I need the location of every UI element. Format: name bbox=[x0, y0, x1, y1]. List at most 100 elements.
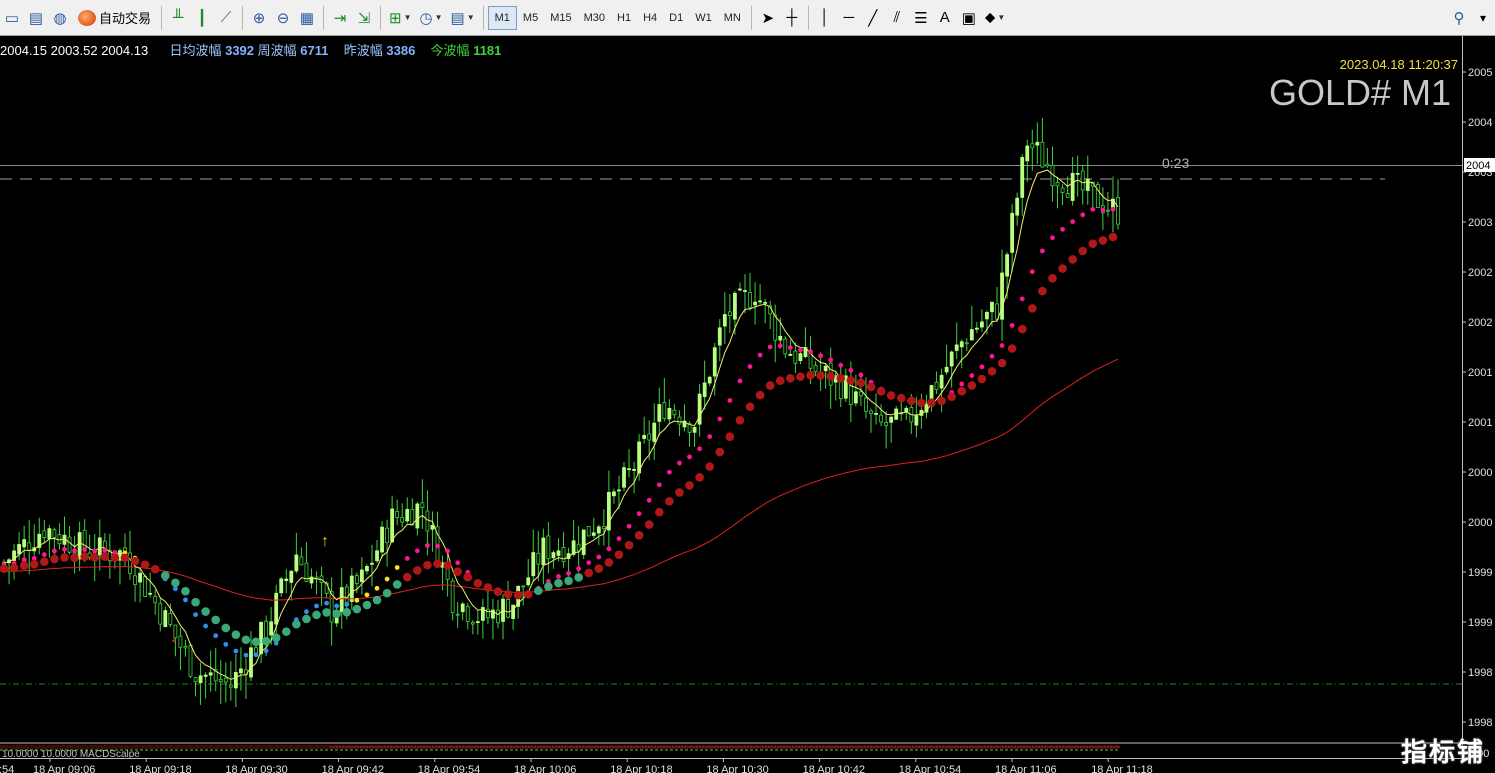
signal-dot-large bbox=[594, 564, 604, 573]
arrows-icon[interactable]: ⬥ ▼ bbox=[981, 5, 1009, 31]
zoom-in-icon[interactable]: ⊕ bbox=[247, 5, 271, 31]
new-chart-icon[interactable]: ▭ bbox=[0, 5, 24, 31]
chart-shift-icon[interactable]: ⇥ bbox=[328, 5, 352, 31]
price-tick-label: 2002 bbox=[1468, 267, 1492, 279]
timeframe-mn[interactable]: MN bbox=[718, 7, 747, 29]
signal-dot-large bbox=[302, 614, 311, 624]
signal-dot-small bbox=[31, 555, 37, 561]
signal-dot-large bbox=[433, 559, 442, 568]
signal-dot-large bbox=[775, 376, 785, 386]
signal-dot-large bbox=[1038, 286, 1047, 296]
candle-body bbox=[939, 374, 944, 389]
auto-trading-button[interactable]: 自动交易 bbox=[72, 8, 157, 27]
candle-body bbox=[551, 552, 556, 559]
candle-body bbox=[1005, 254, 1010, 277]
signal-dot-small bbox=[92, 548, 98, 554]
trendline-icon[interactable]: ╱ bbox=[861, 5, 885, 31]
signal-dot-small bbox=[193, 612, 198, 618]
signal-dot-small bbox=[435, 543, 440, 549]
candle-body bbox=[717, 327, 722, 346]
signal-dot-large bbox=[19, 561, 29, 570]
candle-body bbox=[657, 404, 662, 422]
candle-body bbox=[77, 532, 82, 560]
signal-dot-small bbox=[747, 364, 753, 369]
crosshair-icon[interactable]: ┼ bbox=[780, 5, 804, 31]
signal-dot-large bbox=[1108, 232, 1118, 242]
candle-body bbox=[894, 408, 899, 420]
vertical-line-icon[interactable]: │ bbox=[813, 5, 837, 31]
time-tick-label: 18 Apr 09:30 bbox=[225, 764, 287, 773]
candle-body bbox=[400, 516, 405, 523]
autoscroll-icon[interactable]: ⇲ bbox=[352, 5, 376, 31]
buy-arrow-icon: ↑ bbox=[321, 533, 329, 550]
timeframe-d1[interactable]: D1 bbox=[663, 7, 689, 29]
bar-chart-icon[interactable]: ╨ bbox=[166, 5, 190, 31]
signal-dot-small bbox=[636, 511, 642, 517]
toolbar: ▭ ▤ ◍ 自动交易 ╨ ┃ ⟋ ⊕ ⊖ ▦ ⇥ ⇲ ⊞ ▼ ◷ ▼ ▤ ▼ M1 M5… bbox=[0, 0, 1495, 36]
options-chevron-icon[interactable]: ▾ bbox=[1471, 5, 1495, 31]
signal-dot-small bbox=[374, 585, 380, 591]
signal-dot-small bbox=[566, 570, 571, 576]
fibonacci-icon[interactable]: ☰ bbox=[909, 5, 933, 31]
candle-body bbox=[153, 596, 158, 604]
price-chart[interactable]: 2005200420032003200220022001200120002000… bbox=[0, 36, 1495, 773]
signal-dot-small bbox=[1060, 226, 1065, 232]
templates-icon[interactable]: ▤ ▼ bbox=[447, 5, 479, 31]
horizontal-line-icon[interactable]: ─ bbox=[837, 5, 861, 31]
signal-dot-small bbox=[1019, 296, 1025, 302]
signal-dot-large bbox=[907, 396, 916, 406]
candle-body bbox=[783, 338, 788, 355]
tile-windows-icon[interactable]: ▦ bbox=[295, 5, 319, 31]
candle-body bbox=[269, 621, 274, 636]
signal-dot-large bbox=[271, 633, 281, 643]
candle-body bbox=[884, 422, 889, 426]
zoom-out-icon[interactable]: ⊖ bbox=[271, 5, 295, 31]
candle-body bbox=[743, 290, 747, 292]
candle-body bbox=[1055, 182, 1060, 187]
price-tick-label: 2002 bbox=[1468, 317, 1492, 329]
timeframe-m15[interactable]: M15 bbox=[544, 7, 577, 29]
signal-dot-large bbox=[80, 552, 89, 562]
timeframe-m1[interactable]: M1 bbox=[487, 5, 517, 30]
timeframe-h1[interactable]: H1 bbox=[611, 7, 637, 29]
candle-body bbox=[601, 526, 606, 530]
candle-body bbox=[1045, 163, 1050, 167]
periods-clock-icon[interactable]: ◷ ▼ bbox=[416, 5, 447, 31]
candlestick-icon[interactable]: ┃ bbox=[190, 5, 214, 31]
signal-dot-large bbox=[473, 578, 483, 588]
signal-dot-small bbox=[1100, 207, 1106, 213]
signal-dot-small bbox=[1029, 269, 1035, 275]
cursor-icon[interactable]: ➤ bbox=[756, 5, 780, 31]
timeframe-h4[interactable]: H4 bbox=[637, 7, 663, 29]
candle-body bbox=[349, 575, 354, 602]
candle-body bbox=[143, 576, 148, 597]
signal-dot-small bbox=[364, 592, 370, 598]
signal-dot-large bbox=[715, 447, 725, 457]
profiles-icon[interactable]: ▤ bbox=[24, 5, 48, 31]
signal-dot-small bbox=[576, 566, 582, 572]
candle-body bbox=[163, 610, 168, 628]
signal-dot-small bbox=[606, 546, 612, 552]
signal-dot-small bbox=[425, 543, 430, 548]
signal-dot-small bbox=[697, 446, 703, 452]
search-icon[interactable]: ⚲ bbox=[1447, 5, 1471, 31]
candle-body bbox=[344, 586, 349, 603]
text-tool-icon[interactable]: A bbox=[933, 5, 957, 31]
signal-dot-large bbox=[372, 595, 382, 605]
timeframe-w1[interactable]: W1 bbox=[689, 7, 718, 29]
text-label-icon[interactable]: ▣ bbox=[957, 5, 981, 31]
candle-body bbox=[1025, 145, 1030, 162]
candle-body bbox=[617, 489, 621, 492]
equidistant-channel-icon[interactable]: ⫽ bbox=[885, 5, 909, 31]
candle-body bbox=[859, 391, 863, 397]
signal-dot-large bbox=[140, 560, 150, 569]
timeframe-m5[interactable]: M5 bbox=[517, 7, 544, 29]
line-chart-icon[interactable]: ⟋ bbox=[214, 5, 238, 31]
indicators-icon[interactable]: ⊞ ▼ bbox=[385, 5, 416, 31]
signal-dot-large bbox=[503, 589, 513, 599]
timeframe-m30[interactable]: M30 bbox=[578, 7, 611, 29]
signal-dot-large bbox=[675, 488, 684, 497]
market-watch-icon[interactable]: ◍ bbox=[48, 5, 72, 31]
signal-dot-large bbox=[685, 481, 694, 490]
candle-body bbox=[773, 314, 778, 341]
